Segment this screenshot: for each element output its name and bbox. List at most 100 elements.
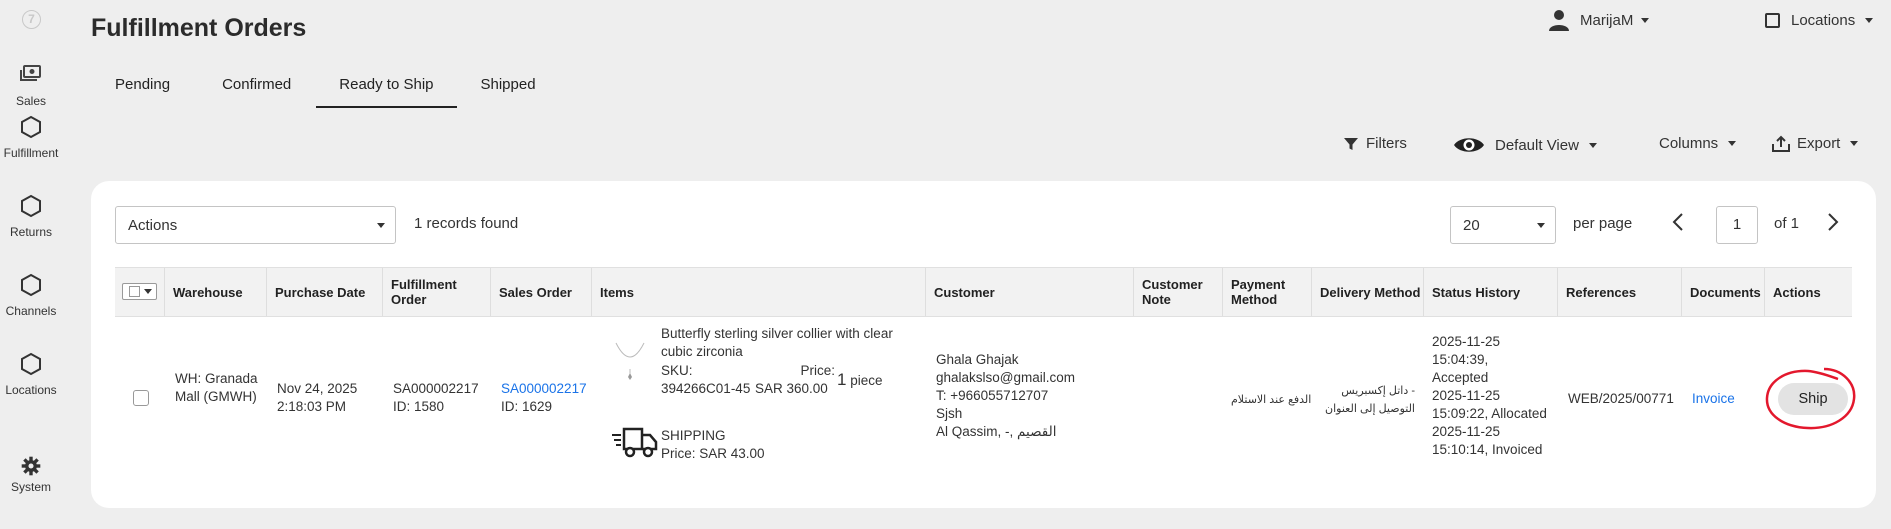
column-header-actions[interactable]: Actions — [1765, 268, 1852, 316]
sidebar: 7 Sales Fulfillment Returns Channels Loc… — [0, 0, 62, 529]
export-button[interactable]: Export — [1772, 135, 1859, 152]
column-header-status-history[interactable]: Status History — [1424, 268, 1558, 316]
sidebar-item-returns[interactable]: Returns — [0, 193, 62, 239]
column-header-warehouse[interactable]: Warehouse — [165, 268, 267, 316]
column-header-fulfillment-order[interactable]: Fulfillment Order — [383, 268, 491, 316]
page-title: Fulfillment Orders — [91, 14, 307, 42]
purchase-date-cell: Nov 24, 2025 2:18:03 PM — [277, 381, 358, 414]
locations-menu[interactable]: Locations — [1765, 12, 1874, 29]
column-header-references[interactable]: References — [1558, 268, 1682, 316]
sales-order-link[interactable]: SA000002217 — [501, 380, 587, 398]
export-icon — [1772, 135, 1790, 152]
sidebar-item-label: Fulfillment — [3, 146, 59, 160]
hexagon-icon — [21, 352, 41, 376]
per-page-select[interactable]: 20 — [1450, 206, 1556, 244]
actions-select[interactable]: Actions — [115, 206, 396, 244]
warehouse-cell: WH: Granada Mall (GMWH) — [175, 371, 258, 404]
product-thumbnail — [615, 342, 645, 380]
select-all-checkbox[interactable] — [122, 283, 157, 300]
tab-pending[interactable]: Pending — [91, 68, 194, 108]
truck-icon — [612, 427, 658, 458]
column-header-purchase-date[interactable]: Purchase Date — [267, 268, 383, 316]
reference-cell: WEB/2025/00771 — [1568, 391, 1674, 406]
select-all-column — [115, 268, 165, 316]
user-icon — [1549, 10, 1569, 31]
export-label: Export — [1797, 135, 1841, 152]
sidebar-item-channels[interactable]: Channels — [0, 272, 62, 318]
payment-method-cell: الدفع عند الاستلام — [1231, 394, 1312, 406]
shipping-line: SHIPPING Price: SAR 43.00 — [661, 427, 765, 463]
locations-label: Locations — [1791, 12, 1856, 29]
sku-label: SKU: — [661, 363, 693, 378]
per-page-label: per page — [1573, 215, 1633, 232]
orders-panel: Actions 1 records found 20 per page 1 of… — [91, 181, 1876, 508]
customer-phone: T: +966055712707 — [936, 388, 1049, 403]
status-line: 2025-11-25 — [1432, 388, 1501, 403]
delivery-method-line-2: التوصيل إلى العنوان — [1325, 403, 1415, 415]
sidebar-item-label: Channels — [5, 304, 57, 318]
page-total: of 1 — [1774, 215, 1800, 232]
status-line: 15:04:39, — [1432, 352, 1489, 367]
sidebar-item-fulfillment[interactable]: Fulfillment — [0, 114, 62, 160]
column-header-customer[interactable]: Customer — [926, 268, 1134, 316]
chevron-down-icon — [144, 289, 152, 294]
chevron-down-icon — [1537, 223, 1545, 228]
status-line: 15:10:14, Invoiced — [1432, 442, 1543, 457]
column-header-customer-note[interactable]: Customer Note — [1134, 268, 1223, 316]
column-header-delivery-method[interactable]: Delivery Method — [1312, 268, 1424, 316]
status-history-cell: 2025-11-25 15:04:39, Accepted 2025-11-25… — [1432, 333, 1547, 459]
app-logo[interactable]: 7 — [22, 10, 41, 29]
column-header-payment-method[interactable]: Payment Method — [1223, 268, 1312, 316]
per-page-value: 20 — [1463, 217, 1480, 234]
tab-ready-to-ship[interactable]: Ready to Ship — [316, 68, 457, 108]
status-line: 15:09:22, Allocated — [1432, 406, 1547, 421]
user-menu[interactable]: MarijaM — [1548, 9, 1650, 31]
item-price: Price: — [769, 362, 835, 380]
status-line: 2025-11-25 — [1432, 334, 1501, 349]
filters-button[interactable]: Filters — [1343, 135, 1407, 152]
sales-icon — [20, 65, 41, 81]
quantity-unit: piece — [850, 373, 883, 388]
item-sku: SKU: 394266C01-45 — [661, 362, 750, 398]
view-selector[interactable]: Default View — [1453, 135, 1597, 155]
customer-email: ghalakslso@gmail.com — [936, 370, 1076, 385]
chevron-right-icon[interactable] — [1826, 212, 1840, 232]
actions-select-value: Actions — [128, 217, 178, 234]
page-input[interactable]: 1 — [1716, 206, 1758, 244]
columns-button[interactable]: Columns — [1659, 135, 1737, 152]
chevron-down-icon — [1850, 141, 1859, 146]
fulfillment-order-cell: SA000002217 ID: 1580 — [393, 380, 479, 416]
column-header-sales-order[interactable]: Sales Order — [491, 268, 592, 316]
chevron-down-icon — [1641, 17, 1650, 23]
delivery-method-line-1: داتل إكسبريس - — [1341, 385, 1415, 397]
tab-shipped[interactable]: Shipped — [457, 68, 560, 108]
tab-confirmed[interactable]: Confirmed — [194, 68, 316, 108]
hexagon-icon — [21, 273, 41, 297]
shipping-price: Price: SAR 43.00 — [661, 446, 765, 461]
chevron-down-icon — [1728, 141, 1737, 146]
sidebar-item-label: Sales — [15, 94, 47, 108]
table-header: Warehouse Purchase Date Fulfillment Orde… — [115, 267, 1852, 317]
status-line: Accepted — [1432, 370, 1489, 385]
window-icon — [1765, 13, 1780, 28]
invoice-link[interactable]: Invoice — [1692, 390, 1735, 408]
shipping-label: SHIPPING — [661, 428, 726, 443]
column-header-documents[interactable]: Documents — [1682, 268, 1765, 316]
sidebar-item-label: System — [10, 480, 51, 494]
sidebar-item-locations[interactable]: Locations — [0, 351, 62, 397]
annotation-circle — [1765, 367, 1856, 430]
fulfillment-order-id: ID: 1580 — [393, 399, 445, 414]
customer-cell: Ghala Ghajak ghalakslso@gmail.com T: +96… — [936, 351, 1075, 441]
column-header-items[interactable]: Items — [592, 268, 926, 316]
chevron-left-icon[interactable] — [1671, 212, 1685, 232]
chevron-down-icon — [377, 223, 385, 228]
quantity-number: 1 — [837, 370, 847, 389]
columns-label: Columns — [1659, 135, 1719, 152]
gear-icon — [21, 456, 41, 476]
item-name: Butterfly sterling silver collier with c… — [661, 326, 893, 359]
row-checkbox[interactable] — [133, 390, 149, 406]
sidebar-item-label: Locations — [5, 383, 57, 397]
sidebar-item-system[interactable]: System — [0, 455, 62, 494]
sidebar-item-sales[interactable]: Sales — [0, 62, 62, 108]
filters-label: Filters — [1366, 135, 1407, 152]
